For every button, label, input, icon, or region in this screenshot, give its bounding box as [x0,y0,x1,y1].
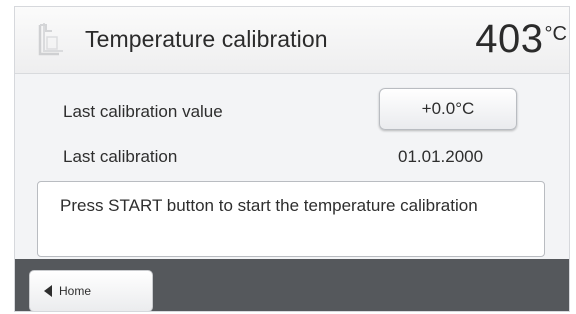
footer-bar: Home [15,259,569,311]
page-title: Temperature calibration [85,26,328,52]
temperature-value: 403 [475,17,544,61]
furnace-icon [38,23,63,56]
home-button[interactable]: Home [29,270,153,311]
instruction-message: Press START button to start the temperat… [37,181,545,257]
last-calibration-value-label: Last calibration value [63,102,223,121]
calibration-screen: Temperature calibration 403°C Last calib… [14,6,570,312]
content-area: Last calibration value +0.0°C Last calib… [15,74,569,259]
calibration-value-button[interactable]: +0.0°C [379,88,517,130]
last-calibration-date: 01.01.2000 [398,147,484,166]
home-button-label: Home [59,284,92,298]
last-calibration-label: Last calibration [63,147,178,166]
header-bar: Temperature calibration 403°C [15,7,569,74]
temperature-unit: °C [544,23,567,45]
arrow-left-icon [44,285,52,297]
furnace-temperature: 403°C [475,17,567,62]
